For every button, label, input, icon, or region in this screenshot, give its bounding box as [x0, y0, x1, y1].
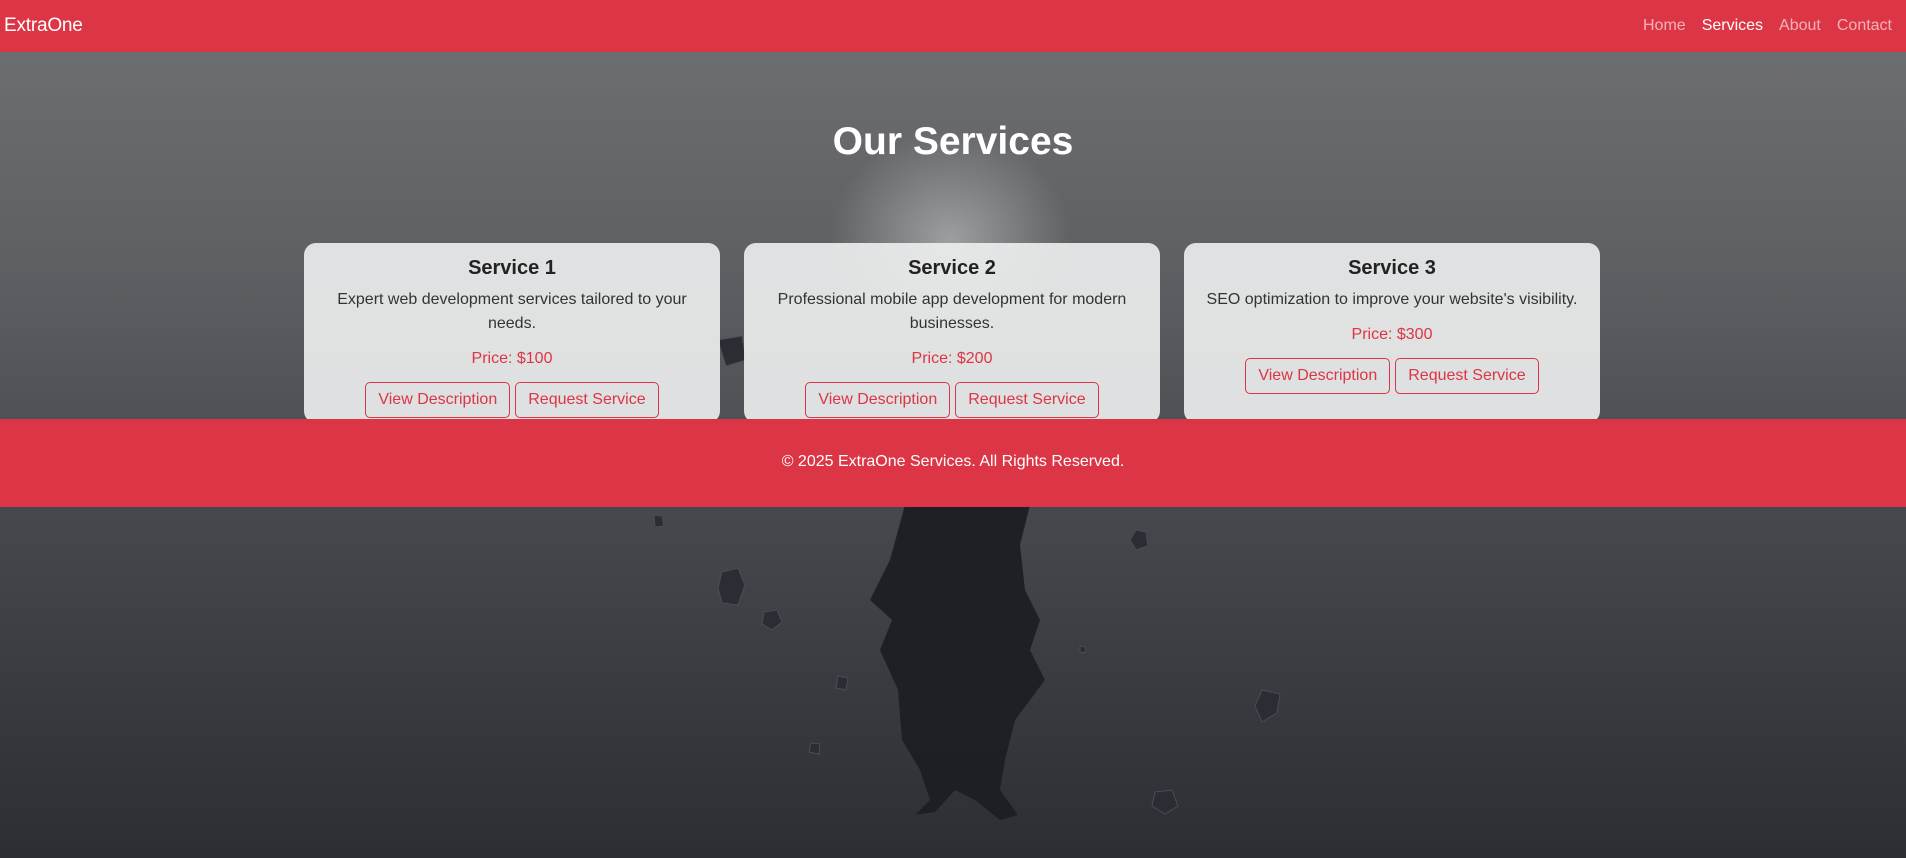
service-actions: View Description Request Service [1202, 358, 1582, 394]
nav-link-services[interactable]: Services [1702, 17, 1763, 35]
service-title: Service 3 [1348, 257, 1436, 279]
nav-link-about[interactable]: About [1779, 17, 1821, 35]
service-description: Expert web development services tailored… [337, 291, 687, 332]
rock [717, 567, 746, 606]
service-title: Service 2 [908, 257, 996, 279]
service-cards: Service 1 Expert web development service… [304, 243, 1600, 423]
service-description: SEO optimization to improve your website… [1206, 291, 1578, 308]
request-service-button[interactable]: Request Service [515, 382, 659, 418]
rock [835, 675, 849, 691]
service-card: Service 3 SEO optimization to improve yo… [1184, 243, 1600, 423]
top-navbar: ExtraOne Home Services About Contact [0, 0, 1906, 52]
service-actions: View Description Request Service [762, 382, 1142, 418]
service-price: Price: $100 [471, 350, 553, 367]
rock [1254, 689, 1281, 723]
view-description-button[interactable]: View Description [365, 382, 511, 418]
service-price: Price: $300 [1351, 326, 1433, 343]
page-title: Our Services [832, 120, 1074, 163]
rock [1129, 529, 1149, 551]
copyright-text: © 2025 ExtraOne Services. All Rights Res… [781, 453, 1125, 470]
service-price: Price: $200 [911, 350, 993, 367]
view-description-button[interactable]: View Description [805, 382, 951, 418]
rock [808, 742, 821, 755]
rock [653, 514, 665, 528]
service-actions: View Description Request Service [322, 382, 702, 418]
service-card: Service 1 Expert web development service… [304, 243, 720, 423]
view-description-button[interactable]: View Description [1245, 358, 1391, 394]
rock [761, 609, 783, 631]
brand-logo[interactable]: ExtraOne [4, 15, 83, 37]
nav-links: Home Services About Contact [1643, 17, 1892, 35]
service-description: Professional mobile app development for … [777, 291, 1127, 332]
figure-silhouette [870, 505, 1045, 820]
nav-link-contact[interactable]: Contact [1837, 17, 1892, 35]
rock [1151, 789, 1179, 815]
request-service-button[interactable]: Request Service [1395, 358, 1539, 394]
rock [1079, 645, 1087, 654]
service-card: Service 2 Professional mobile app develo… [744, 243, 1160, 423]
request-service-button[interactable]: Request Service [955, 382, 1099, 418]
nav-link-home[interactable]: Home [1643, 17, 1686, 35]
footer: © 2025 ExtraOne Services. All Rights Res… [0, 419, 1906, 507]
service-title: Service 1 [468, 257, 556, 279]
